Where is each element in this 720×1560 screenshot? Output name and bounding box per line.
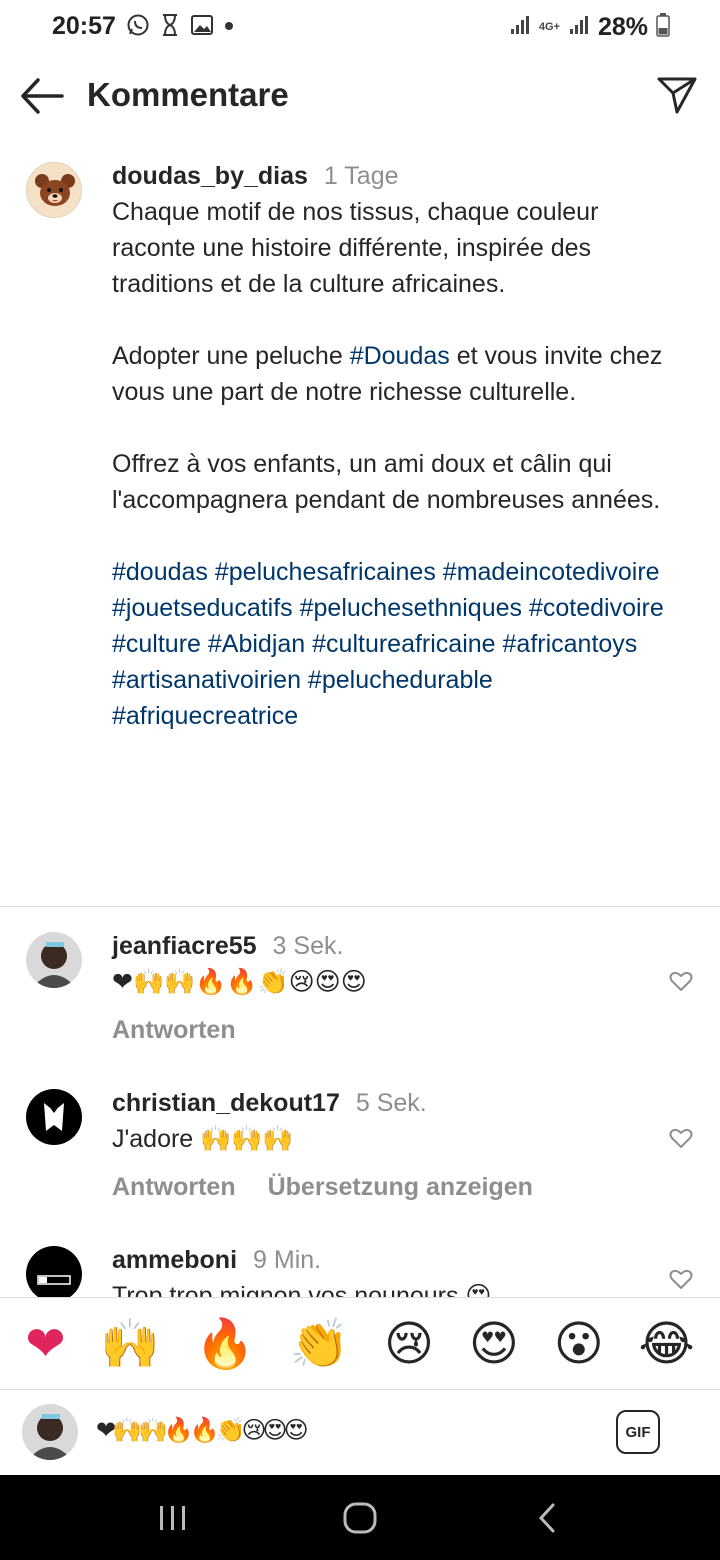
like-button[interactable] bbox=[668, 968, 694, 994]
caption-hashtags[interactable]: #doudas #peluchesafricaines #madeincoted… bbox=[112, 554, 672, 734]
home-icon bbox=[343, 1502, 377, 1533]
hashtag-link[interactable]: #Doudas bbox=[350, 342, 450, 370]
header: Kommentare bbox=[0, 56, 720, 136]
comment-text: Trop trop mignon vos nounours 😍 bbox=[112, 1282, 492, 1297]
emoji-heart-button[interactable]: ❤ bbox=[25, 1316, 65, 1372]
comment-username[interactable]: ammeboni bbox=[112, 1246, 237, 1274]
heart-outline-icon bbox=[669, 1269, 693, 1289]
comment-time: 5 Sek. bbox=[355, 1089, 427, 1117]
caption-time: 1 Tage bbox=[323, 162, 399, 190]
avatar[interactable] bbox=[26, 162, 82, 218]
signal-icon bbox=[509, 14, 531, 41]
recent-apps-button[interactable] bbox=[143, 1488, 203, 1548]
emoji-heart-eyes-button[interactable]: 😍 bbox=[469, 1316, 519, 1372]
comment-body: jeanfiacre55 3 Sek. ❤🙌🙌🔥🔥👏😢😍😍 Antworten bbox=[112, 928, 632, 1048]
like-button[interactable] bbox=[668, 1125, 694, 1151]
emoji-surprised-button[interactable]: 😮 bbox=[554, 1316, 604, 1372]
comment-username[interactable]: christian_dekout17 bbox=[112, 1089, 340, 1117]
dot-icon bbox=[224, 18, 234, 36]
avatar[interactable] bbox=[26, 1246, 82, 1297]
emoji-fire-button[interactable]: 🔥 bbox=[195, 1316, 255, 1372]
gif-button[interactable]: GIF bbox=[616, 1410, 660, 1454]
chevron-left-icon bbox=[538, 1503, 555, 1532]
comment-body: ammeboni 9 Min. Trop trop mignon vos noun… bbox=[112, 1242, 632, 1297]
caption-username[interactable]: doudas_by_dias bbox=[112, 162, 308, 190]
comment-text: ❤🙌🙌🔥🔥👏😢😍😍 bbox=[112, 967, 367, 996]
emoji-clapping-button[interactable]: 👏 bbox=[289, 1316, 349, 1372]
emoji-laughing-button[interactable]: 😂 bbox=[639, 1316, 695, 1372]
battery-icon bbox=[656, 12, 670, 42]
back-nav-button[interactable] bbox=[517, 1488, 577, 1548]
status-left-icons bbox=[126, 12, 234, 42]
back-button[interactable] bbox=[18, 74, 66, 118]
comment-body: christian_dekout17 5 Sek. J'adore 🙌🙌🙌 Ant… bbox=[112, 1085, 632, 1205]
user-photo-icon bbox=[26, 932, 82, 988]
whatsapp-icon bbox=[126, 13, 150, 42]
user-photo-icon bbox=[22, 1404, 78, 1460]
loading-logo-icon bbox=[26, 1246, 82, 1297]
tuxedo-logo-icon bbox=[26, 1089, 82, 1145]
comment-input-bar: ❤🙌🙌🔥🔥👏😢😍😍 GIF bbox=[0, 1389, 720, 1475]
gallery-icon bbox=[190, 14, 214, 41]
status-time: 20:57 bbox=[52, 12, 116, 40]
caption-text: doudas_by_dias 1 Tage Chaque motif de nos… bbox=[112, 158, 672, 734]
share-button[interactable] bbox=[656, 74, 698, 116]
hourglass-icon bbox=[160, 13, 180, 42]
avatar[interactable] bbox=[26, 932, 82, 988]
heart-outline-icon bbox=[669, 971, 693, 991]
caption-paragraph-3: Offrez à vos enfants, un ami doux et câl… bbox=[112, 450, 661, 514]
emoji-raising-hands-button[interactable]: 🙌 bbox=[100, 1316, 160, 1372]
caption-text-segment: Adopter une peluche bbox=[112, 342, 350, 370]
avatar bbox=[22, 1404, 78, 1460]
like-button[interactable] bbox=[668, 1266, 694, 1292]
caption-paragraph-1: Chaque motif de nos tissus, chaque coule… bbox=[112, 198, 599, 298]
heart-outline-icon bbox=[669, 1128, 693, 1148]
recent-apps-icon bbox=[160, 1505, 186, 1530]
page-title: Kommentare bbox=[87, 76, 289, 113]
system-nav-bar bbox=[0, 1475, 720, 1560]
emoji-quick-bar: ❤ 🙌 🔥 👏 😢 😍 😮 😂 bbox=[0, 1297, 720, 1389]
translate-button[interactable]: Übersetzung anzeigen bbox=[268, 1169, 533, 1205]
status-right: 4G+ 28% bbox=[509, 12, 670, 42]
avatar[interactable] bbox=[26, 1089, 82, 1145]
status-bar: 20:57 4G+ 28% bbox=[0, 0, 720, 56]
caption-paragraph-2: Adopter une peluche #Doudas et vous invi… bbox=[112, 338, 672, 410]
comment-text: J'adore 🙌🙌🙌 bbox=[112, 1125, 294, 1153]
reply-button[interactable]: Antworten bbox=[112, 1012, 236, 1048]
comment-time: 9 Min. bbox=[253, 1246, 322, 1274]
comment-input[interactable]: ❤🙌🙌🔥🔥👏😢😍😍 bbox=[96, 1416, 309, 1444]
comment-time: 3 Sek. bbox=[272, 932, 344, 960]
network-type-label: 4G+ bbox=[538, 21, 560, 33]
comment-username[interactable]: jeanfiacre55 bbox=[112, 932, 257, 960]
battery-percent: 28% bbox=[597, 12, 648, 41]
paper-plane-icon bbox=[657, 77, 697, 114]
teddy-bear-icon bbox=[27, 163, 81, 217]
comment-list[interactable]: jeanfiacre55 3 Sek. ❤🙌🙌🔥🔥👏😢😍😍 Antworten c… bbox=[0, 906, 720, 1297]
arrow-left-icon bbox=[21, 78, 64, 114]
signal-icon-2 bbox=[568, 14, 590, 41]
emoji-crying-button[interactable]: 😢 bbox=[384, 1316, 434, 1372]
reply-button[interactable]: Antworten bbox=[112, 1169, 236, 1205]
home-button[interactable] bbox=[330, 1488, 390, 1548]
